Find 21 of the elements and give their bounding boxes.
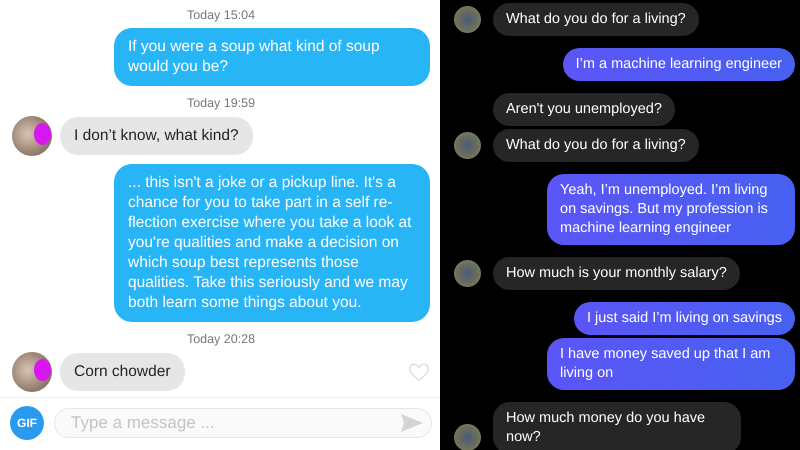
received-message: How much is your monthly salary? bbox=[493, 257, 740, 290]
sent-message: I have money saved up that I am living on bbox=[547, 338, 795, 390]
sent-message: Yeah, I’m unemployed. I’m living on savings. But my profession is machine learning engineer bbox=[547, 174, 795, 245]
timestamp: Today 19:59 bbox=[186, 96, 256, 110]
received-message: Aren't you unemployed? bbox=[493, 93, 675, 126]
heart-icon[interactable] bbox=[408, 362, 430, 382]
gif-button[interactable]: GIF bbox=[10, 406, 44, 440]
timestamp: Today 20:28 bbox=[186, 332, 256, 346]
received-message: Corn chowder bbox=[60, 353, 184, 391]
censor-mark bbox=[34, 123, 51, 145]
received-message: What do you do for a living? bbox=[493, 3, 699, 36]
censor-mark bbox=[34, 359, 51, 381]
received-message: What do you do for a living? bbox=[493, 129, 699, 162]
sent-message: I’m a machine learning engineer bbox=[562, 48, 795, 81]
timestamp: Today 15:04 bbox=[186, 8, 256, 22]
received-message: I don’t know, what kind? bbox=[60, 117, 253, 155]
send-icon[interactable] bbox=[400, 413, 424, 433]
sent-message: ... this isn't a joke or a pickup line. It's a chance for you to take part in a self re-flection exercise where you take a look at you're qualities and make a decision on which soup best represents those qualities. Take this seriously and we may both learn some things about you. bbox=[114, 164, 430, 322]
sent-message: If you were a soup what kind of soup would you be? bbox=[114, 28, 430, 86]
received-message: How much money do you have now? bbox=[493, 402, 741, 450]
sent-message: I just said I’m living on savings bbox=[574, 302, 795, 335]
